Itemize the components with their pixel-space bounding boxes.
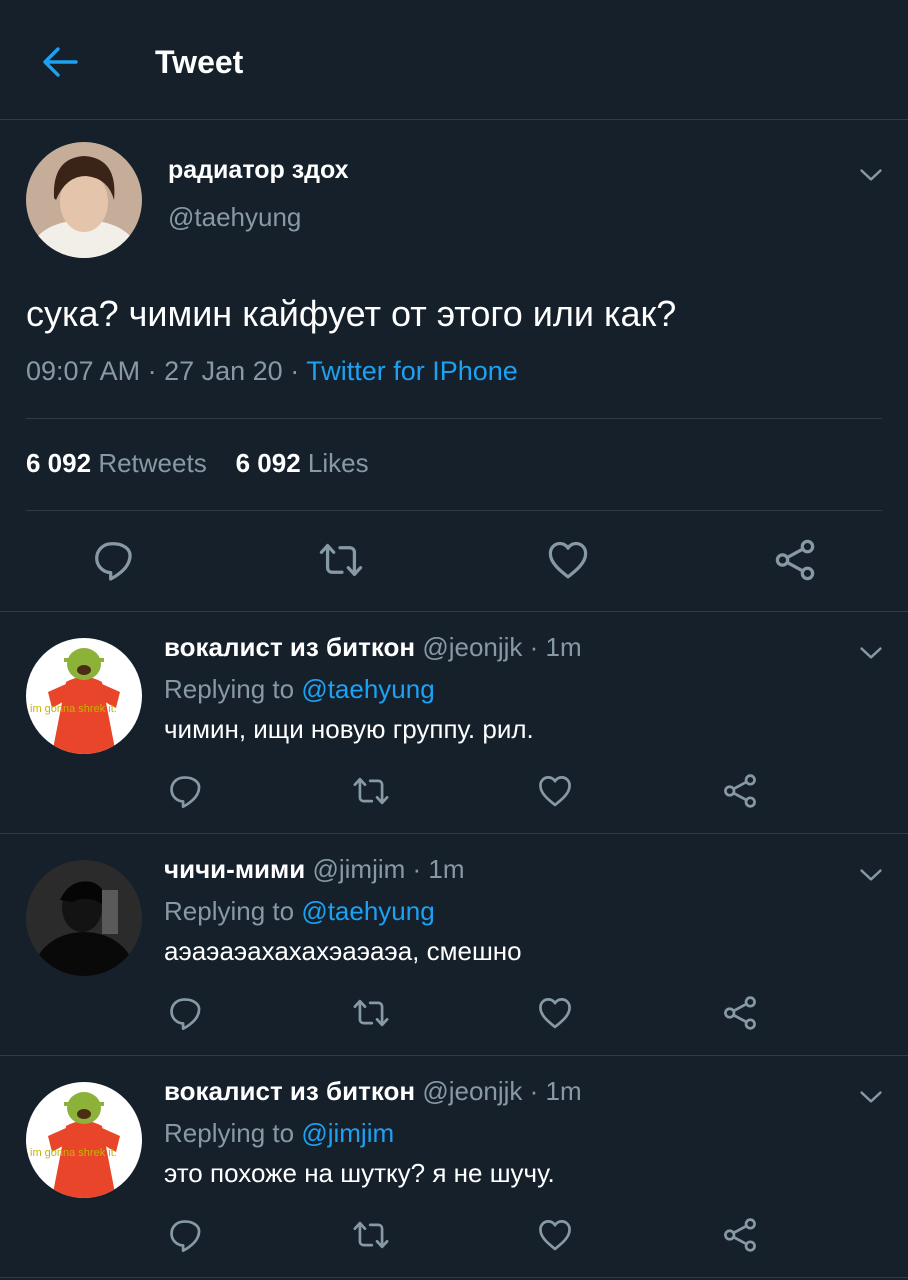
retweets-label: Retweets: [98, 448, 207, 478]
reply-icon[interactable]: [166, 772, 204, 810]
tweet-source[interactable]: Twitter for IPhone: [306, 356, 518, 386]
reply-text: это похоже на шутку? я не шучу.: [164, 1158, 555, 1188]
divider: [26, 418, 882, 419]
replying-to-link[interactable]: @taehyung: [301, 674, 434, 704]
reply-author-name[interactable]: вокалист из биткон: [164, 632, 415, 662]
reply-text: чимин, ищи новую группу. рил.: [164, 714, 534, 744]
share-icon[interactable]: [721, 994, 759, 1032]
reply-icon[interactable]: [166, 1216, 204, 1254]
replying-to-link[interactable]: @jimjim: [301, 1118, 394, 1148]
reply-tweet[interactable]: чичи-мими @jimjim · 1m Replying to @taeh…: [0, 834, 908, 1056]
likes-label: Likes: [307, 448, 369, 478]
meta-separator: ·: [522, 1076, 546, 1106]
like-icon[interactable]: [536, 994, 574, 1032]
chevron-down-icon[interactable]: [856, 860, 886, 890]
meta-separator: ·: [282, 356, 307, 386]
retweets-count: 6 092: [26, 448, 92, 478]
tweet-time: 09:07 AM: [26, 356, 141, 386]
avatar-caption: im gonna shrek it.: [30, 703, 117, 715]
share-icon[interactable]: [772, 537, 818, 583]
reply-author-handle[interactable]: @jeonjjk: [422, 1076, 522, 1106]
avatar[interactable]: [26, 860, 142, 976]
replying-to-link[interactable]: @taehyung: [301, 896, 434, 926]
avatar-caption: im gonna shrek it.: [30, 1147, 117, 1159]
tweet-meta: 09:07 AM · 27 Jan 20 · Twitter for IPhon…: [26, 356, 518, 387]
divider: [26, 510, 882, 511]
like-icon[interactable]: [536, 772, 574, 810]
retweets-stat[interactable]: 6 092 Retweets: [26, 448, 207, 478]
page-title: Tweet: [155, 44, 244, 80]
like-icon[interactable]: [545, 537, 591, 583]
back-arrow-icon[interactable]: [38, 40, 82, 84]
likes-stat[interactable]: 6 092 Likes: [236, 448, 369, 478]
avatar[interactable]: [26, 142, 142, 258]
reply-icon[interactable]: [90, 537, 136, 583]
likes-count: 6 092: [235, 448, 301, 478]
app-header: Tweet: [0, 0, 908, 120]
chevron-down-icon[interactable]: [856, 160, 886, 190]
share-icon[interactable]: [721, 772, 759, 810]
like-icon[interactable]: [536, 1216, 574, 1254]
chevron-down-icon[interactable]: [856, 638, 886, 668]
tweet-text: сука? чимин кайфует от этого или как?: [26, 293, 677, 334]
reply-header: вокалист из биткон @jeonjjk · 1m: [164, 632, 582, 663]
tweet-date: 27 Jan 20: [164, 356, 283, 386]
reply-author-name[interactable]: чичи-мими: [164, 854, 305, 884]
reply-time: 1m: [545, 1076, 582, 1106]
reply-time: 1m: [545, 632, 582, 662]
replying-prefix: Replying to: [164, 674, 302, 704]
reply-author-handle[interactable]: @jeonjjk: [422, 632, 522, 662]
reply-tweet[interactable]: im gonna shrek it. вокалист из биткон @j…: [0, 612, 908, 834]
reply-header: чичи-мими @jimjim · 1m: [164, 854, 465, 885]
retweet-icon[interactable]: [318, 537, 364, 583]
reply-icon[interactable]: [166, 994, 204, 1032]
author-name[interactable]: радиатор здох: [168, 156, 349, 185]
replying-to: Replying to @jimjim: [164, 1118, 394, 1149]
main-tweet: радиатор здох @taehyung сука? чимин кайф…: [0, 120, 908, 612]
reply-text: аэаэаэахахахэаэаэа, смешно: [164, 936, 522, 966]
tweet-stats: 6 092 Retweets 6 092 Likes: [26, 448, 369, 479]
meta-separator: ·: [405, 854, 429, 884]
reply-header: вокалист из биткон @jeonjjk · 1m: [164, 1076, 582, 1107]
reply-author-handle[interactable]: @jimjim: [312, 854, 405, 884]
avatar[interactable]: im gonna shrek it.: [26, 638, 142, 754]
chevron-down-icon[interactable]: [856, 1082, 886, 1112]
reply-tweet[interactable]: im gonna shrek it. вокалист из биткон @j…: [0, 1056, 908, 1278]
avatar[interactable]: im gonna shrek it.: [26, 1082, 142, 1198]
retweet-icon[interactable]: [352, 994, 390, 1032]
share-icon[interactable]: [721, 1216, 759, 1254]
replying-to: Replying to @taehyung: [164, 674, 435, 705]
replying-prefix: Replying to: [164, 1118, 302, 1148]
retweet-icon[interactable]: [352, 1216, 390, 1254]
replying-to: Replying to @taehyung: [164, 896, 435, 927]
author-handle[interactable]: @taehyung: [168, 202, 301, 233]
replying-prefix: Replying to: [164, 896, 302, 926]
meta-separator: ·: [522, 632, 546, 662]
reply-author-name[interactable]: вокалист из биткон: [164, 1076, 415, 1106]
reply-time: 1m: [428, 854, 465, 884]
retweet-icon[interactable]: [352, 772, 390, 810]
meta-separator: ·: [140, 356, 165, 386]
